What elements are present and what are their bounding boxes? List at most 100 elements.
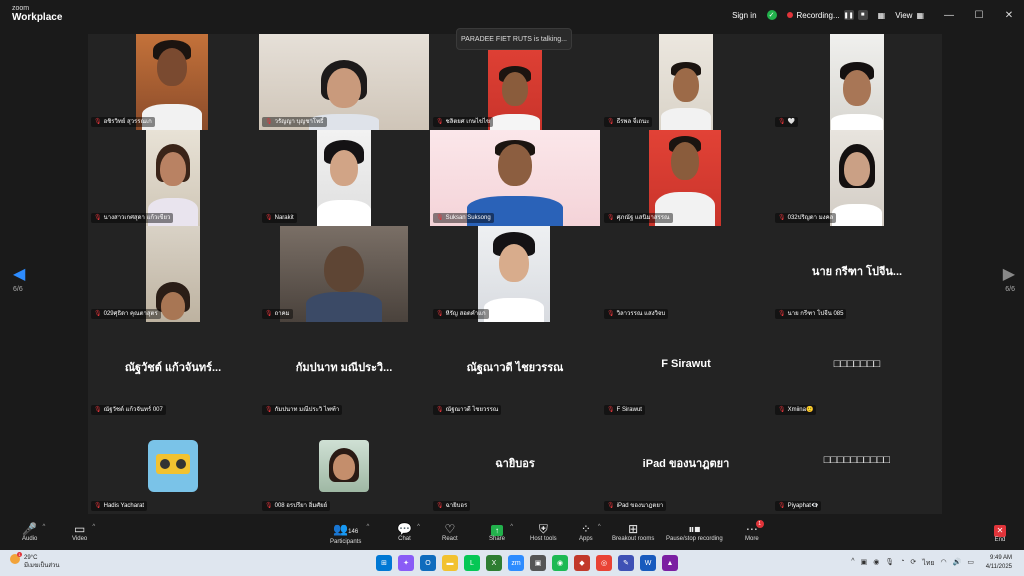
participants-button[interactable]: 👥146 Participants ^	[330, 522, 369, 545]
participant-name: 🎙 032ปริญดา มงคล	[775, 213, 837, 223]
grid-icon[interactable]: ▦	[878, 11, 886, 20]
participant-display-name: ณัฐณาวดี ไชยวรรณ	[466, 362, 564, 374]
spotify-icon[interactable]: ◉	[552, 555, 568, 571]
pause-recording-icon[interactable]: ❚❚	[844, 10, 854, 20]
audio-button[interactable]: 🎤 Audio ^	[22, 522, 45, 542]
copilot-icon[interactable]: ✦	[398, 555, 414, 571]
weather-widget[interactable]: 1 29°C มีเมฆเป็นส่วน	[10, 552, 60, 570]
mic-muted-icon: 🎙	[265, 119, 273, 125]
security-shield-icon[interactable]: ✓	[766, 10, 777, 20]
apps-button[interactable]: ⁘ Apps ^	[579, 522, 601, 542]
host-tools-button[interactable]: ⛨ Host tools	[530, 522, 557, 542]
mic-muted-icon: 🎙	[778, 311, 786, 317]
excel-icon[interactable]: X	[486, 555, 502, 571]
mic-icon[interactable]: 🎙	[885, 558, 894, 569]
system-tray: ^ ▣ ◉ 🎙 ◔ ⟳ ไทย ◠ 🔊 ▭	[851, 558, 974, 569]
participant-name: 🎙 Hadis Yacharat	[91, 501, 148, 511]
sync-icon[interactable]: ⟳	[910, 558, 916, 569]
participant-tile[interactable]: 🎙 Suksan Suksong	[430, 130, 600, 226]
participant-tile[interactable]: 🎙 นางสาวเกศสุดา แก้วเขียว	[88, 130, 258, 226]
wifi-icon[interactable]: ◠	[941, 558, 947, 569]
stop-recording-icon[interactable]: ■	[857, 10, 868, 20]
participant-tile[interactable]: F Sirawut 🎙 F Sirawut	[601, 322, 771, 418]
recording-indicator[interactable]: Recording... ❚❚ ■	[786, 10, 868, 20]
participant-tile[interactable]: □□□□□□□□□□ 🎙 Piyaphat👁‍🗨	[772, 418, 942, 514]
sign-in-link[interactable]: Sign in	[732, 11, 756, 20]
participant-tile[interactable]: 🎙 หิรัญ สอดคำแก	[430, 226, 600, 322]
participant-tile[interactable]: 🎙 🤍	[772, 34, 942, 130]
photos-icon[interactable]: ▣	[530, 555, 546, 571]
participant-tile[interactable]: iPad ของนาฎตยา 🎙 iPad ของนาฎตยา	[601, 418, 771, 514]
participant-video	[430, 130, 600, 226]
view-button[interactable]: View ▦	[895, 11, 924, 20]
participant-tile[interactable]: 🎙 Hadis Yacharat	[88, 418, 258, 514]
mic-muted-icon: 🎙	[94, 215, 102, 221]
outlook-icon[interactable]: O	[420, 555, 436, 571]
teams-icon[interactable]: ▣	[861, 558, 868, 569]
mic-muted-icon: 🎙	[94, 503, 102, 509]
volume-icon[interactable]: 🔊	[953, 558, 962, 569]
participant-tile[interactable]: 🎙 ถาคม	[259, 226, 429, 322]
minimize-button[interactable]: —	[934, 10, 964, 21]
more-button[interactable]: ⋯ 1 More	[745, 520, 764, 542]
close-button[interactable]: ✕	[994, 10, 1024, 21]
participant-tile[interactable]: 🎙 วิลาวรรณ แสงวิจบ	[601, 226, 771, 322]
participant-tile[interactable]: นาย กรีฑา โปจีน... 🎙 นาย กรีฑา โปจีน 085	[772, 226, 942, 322]
next-page-icon[interactable]: ▶	[1003, 264, 1015, 284]
battery-icon[interactable]: ▭	[967, 558, 974, 569]
title-bar: zoom Workplace Sign in ✓ Recording... ❚❚…	[0, 0, 1024, 30]
pause-stop-icon: ⏸⏹	[688, 522, 701, 536]
zoom-tray-icon[interactable]: ◉	[873, 558, 879, 569]
mic-muted-icon: 🎙	[265, 311, 273, 317]
participant-tile[interactable]: □□□□□□□ 🎙 Xmiina🙂	[772, 322, 942, 418]
participant-display-name: □□□□□□□	[833, 358, 881, 370]
app-icon[interactable]: ✎	[618, 555, 634, 571]
pause-stop-recording-button[interactable]: ⏸⏹ Pause/stop recording	[666, 522, 723, 542]
mic-muted-icon: 🎙	[436, 503, 444, 509]
participant-tile[interactable]: 🎙 ธีรพล จี่เถนะ	[601, 34, 771, 130]
participant-display-name: ฉายิบอร	[495, 458, 535, 470]
chat-button[interactable]: 💬 Chat ^	[397, 522, 420, 542]
breakout-grid-icon: ⊞	[628, 522, 639, 536]
app-icon[interactable]: ◆	[574, 555, 590, 571]
participant-tile[interactable]: 🎙 วรัญญา บุญชาโพธิ์	[259, 34, 429, 130]
share-button[interactable]: ↑ Share ^	[489, 522, 513, 542]
chat-icon: 💬	[397, 522, 412, 536]
participant-tile[interactable]: 🎙 Narakit	[259, 130, 429, 226]
participant-tile[interactable]: 🎙 อชิรวิทย์ สุวรรณเก	[88, 34, 258, 130]
mic-muted-icon: 🎙	[436, 119, 444, 125]
participant-tile[interactable]: กัมปนาท มณีประวิ... 🎙 กัมปนาท มณีประวิ ไพ…	[259, 322, 429, 418]
participant-tile[interactable]: ฉายิบอร 🎙 ฉายิบอร	[430, 418, 600, 514]
participant-tile[interactable]: 🎙 029ศุธิดา คุณตาสุตร	[88, 226, 258, 322]
mic-muted-icon: 🎙	[607, 119, 615, 125]
language-indicator[interactable]: ไทย	[922, 558, 934, 569]
video-button[interactable]: ▭ Video ^	[72, 522, 95, 542]
previous-page-icon[interactable]: ◀	[13, 264, 25, 284]
chevron-up-icon[interactable]: ^	[851, 558, 854, 569]
participant-name: 🎙 นางสาวเกศสุดา แก้วเขียว	[91, 213, 174, 223]
react-button[interactable]: ♡ React	[442, 522, 458, 542]
mic-muted-icon: 🎙	[94, 119, 102, 125]
participant-tile[interactable]: ณัฐณาวดี ไชยวรรณ 🎙 ณัฐณาวดี ไชยวรรณ	[430, 322, 600, 418]
app-icon[interactable]: ▲	[662, 555, 678, 571]
mic-muted-icon: 🎙	[265, 503, 273, 509]
maximize-button[interactable]: ☐	[964, 10, 994, 21]
taskbar-clock[interactable]: 9:49 AM 4/11/2025	[986, 554, 1012, 572]
word-icon[interactable]: W	[640, 555, 656, 571]
end-meeting-button[interactable]: ✕ End	[994, 522, 1006, 543]
participant-tile[interactable]: 🎙 008 อรปรียา อิ่มศัยย์	[259, 418, 429, 514]
breakout-rooms-button[interactable]: ⊞ Breakout rooms	[612, 522, 654, 542]
start-icon[interactable]: ⊞	[376, 555, 392, 571]
zoom-icon[interactable]: zm	[508, 555, 524, 571]
participant-tile[interactable]: ณัฐวัชต์ แก้วจันทร์... 🎙 ณัฐวัชต์ แก้วจัน…	[88, 322, 258, 418]
participant-name: 🎙 ณัฐวัชต์ แก้วจันทร์ 007	[91, 405, 166, 415]
network-icon[interactable]: ◔	[900, 558, 904, 569]
boombox-avatar-icon	[148, 440, 198, 492]
participant-name: 🎙 Narakit	[262, 213, 297, 223]
participant-tile[interactable]: 🎙 032ปริญดา มงคล	[772, 130, 942, 226]
file-explorer-icon[interactable]: ▬	[442, 555, 458, 571]
participant-tile[interactable]: 🎙 ศุภณัฐ แสนิมาสรรณ	[601, 130, 771, 226]
chrome-icon[interactable]: ◎	[596, 555, 612, 571]
line-icon[interactable]: L	[464, 555, 480, 571]
participant-video	[317, 130, 371, 226]
